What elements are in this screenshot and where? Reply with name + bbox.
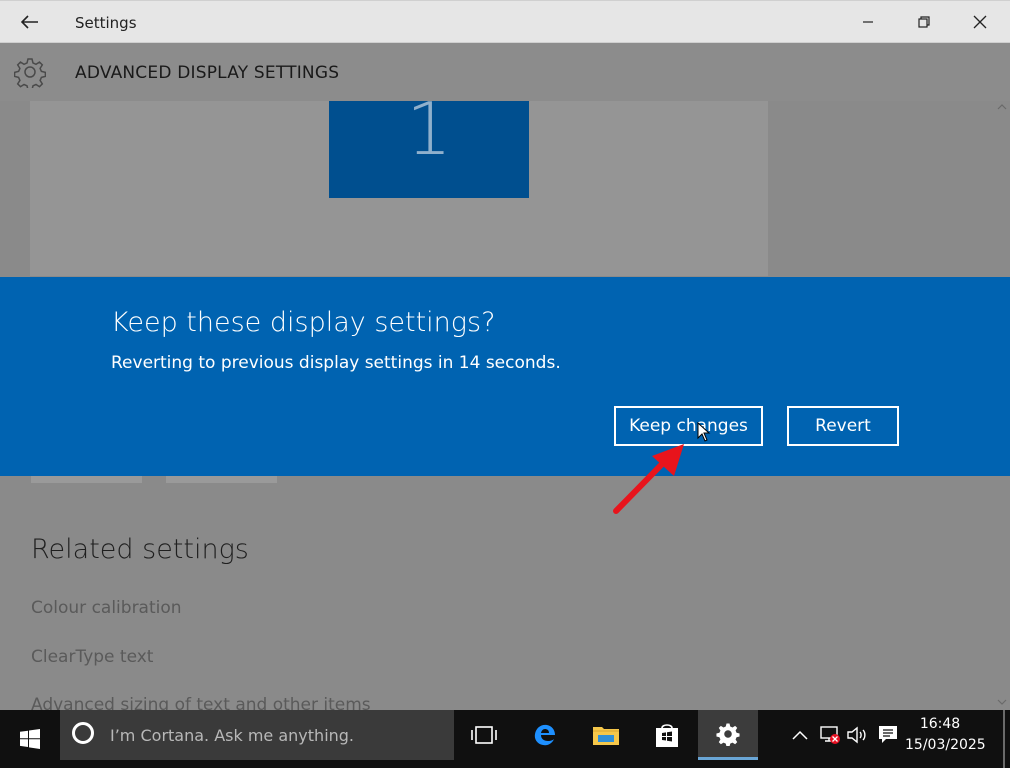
start-button[interactable] — [0, 710, 60, 768]
clock[interactable]: 16:48 15/03/2025 — [905, 714, 986, 756]
back-button[interactable] — [10, 1, 50, 43]
scroll-down-icon[interactable] — [996, 696, 1008, 708]
window-title: Settings — [75, 14, 137, 32]
notification-icon — [879, 726, 897, 743]
colour-calibration-link[interactable]: Colour calibration — [31, 598, 182, 618]
clock-date: 15/03/2025 — [905, 737, 986, 753]
settings-taskbar-button[interactable] — [698, 710, 758, 760]
windows-logo-icon — [20, 729, 40, 749]
restore-icon — [918, 16, 930, 28]
revert-button[interactable]: Revert — [787, 406, 899, 446]
close-button[interactable] — [952, 1, 1008, 43]
related-settings-heading: Related settings — [31, 534, 249, 565]
close-icon — [973, 15, 987, 29]
minimize-icon — [863, 21, 873, 23]
advanced-sizing-link[interactable]: Advanced sizing of text and other items — [31, 695, 371, 710]
clock-time: 16:48 — [919, 716, 961, 732]
folder-icon — [593, 727, 619, 745]
volume-button[interactable] — [847, 724, 869, 746]
speaker-icon — [847, 726, 866, 744]
title-bar: Settings — [0, 0, 1010, 43]
task-view-button[interactable] — [454, 710, 514, 760]
file-explorer-button[interactable] — [576, 710, 636, 760]
monitor-number: 1 — [406, 87, 452, 171]
action-center-button[interactable] — [877, 724, 899, 746]
network-button[interactable] — [819, 724, 841, 746]
minimize-button[interactable] — [840, 1, 896, 43]
page-title: ADVANCED DISPLAY SETTINGS — [75, 63, 340, 83]
back-arrow-icon — [21, 15, 38, 29]
scroll-up-icon[interactable] — [996, 101, 1008, 113]
keep-settings-dialog: Keep these display settings? Reverting t… — [0, 277, 1010, 476]
display-preview-area: 1 — [30, 93, 768, 276]
edge-browser-button[interactable] — [515, 710, 575, 760]
identify-button-stub[interactable] — [31, 475, 142, 483]
show-desktop-button[interactable] — [1003, 710, 1005, 768]
gear-icon — [13, 56, 47, 91]
dialog-title: Keep these display settings? — [111, 307, 496, 338]
cortana-icon — [72, 722, 94, 744]
task-view-icon — [471, 726, 497, 744]
dialog-message: Reverting to previous display settings i… — [111, 353, 561, 373]
chevron-up-icon — [792, 730, 808, 740]
edge-icon — [534, 724, 555, 746]
cleartype-text-link[interactable]: ClearType text — [31, 647, 153, 667]
annotation-arrow-icon — [600, 430, 710, 520]
store-icon — [656, 724, 678, 747]
store-button[interactable] — [637, 710, 697, 760]
search-placeholder: I’m Cortana. Ask me anything. — [110, 726, 355, 745]
settings-gear-icon — [716, 723, 740, 746]
restore-button[interactable] — [896, 1, 952, 43]
show-hidden-icons-button[interactable] — [789, 724, 811, 746]
taskbar: I’m Cortana. Ask me anything. 16:48 15/0… — [0, 710, 1010, 768]
network-disconnected-icon — [820, 726, 840, 744]
detect-button-stub[interactable] — [166, 475, 277, 483]
monitor-tile[interactable]: 1 — [329, 93, 529, 198]
cortana-search-box[interactable]: I’m Cortana. Ask me anything. — [60, 710, 454, 760]
